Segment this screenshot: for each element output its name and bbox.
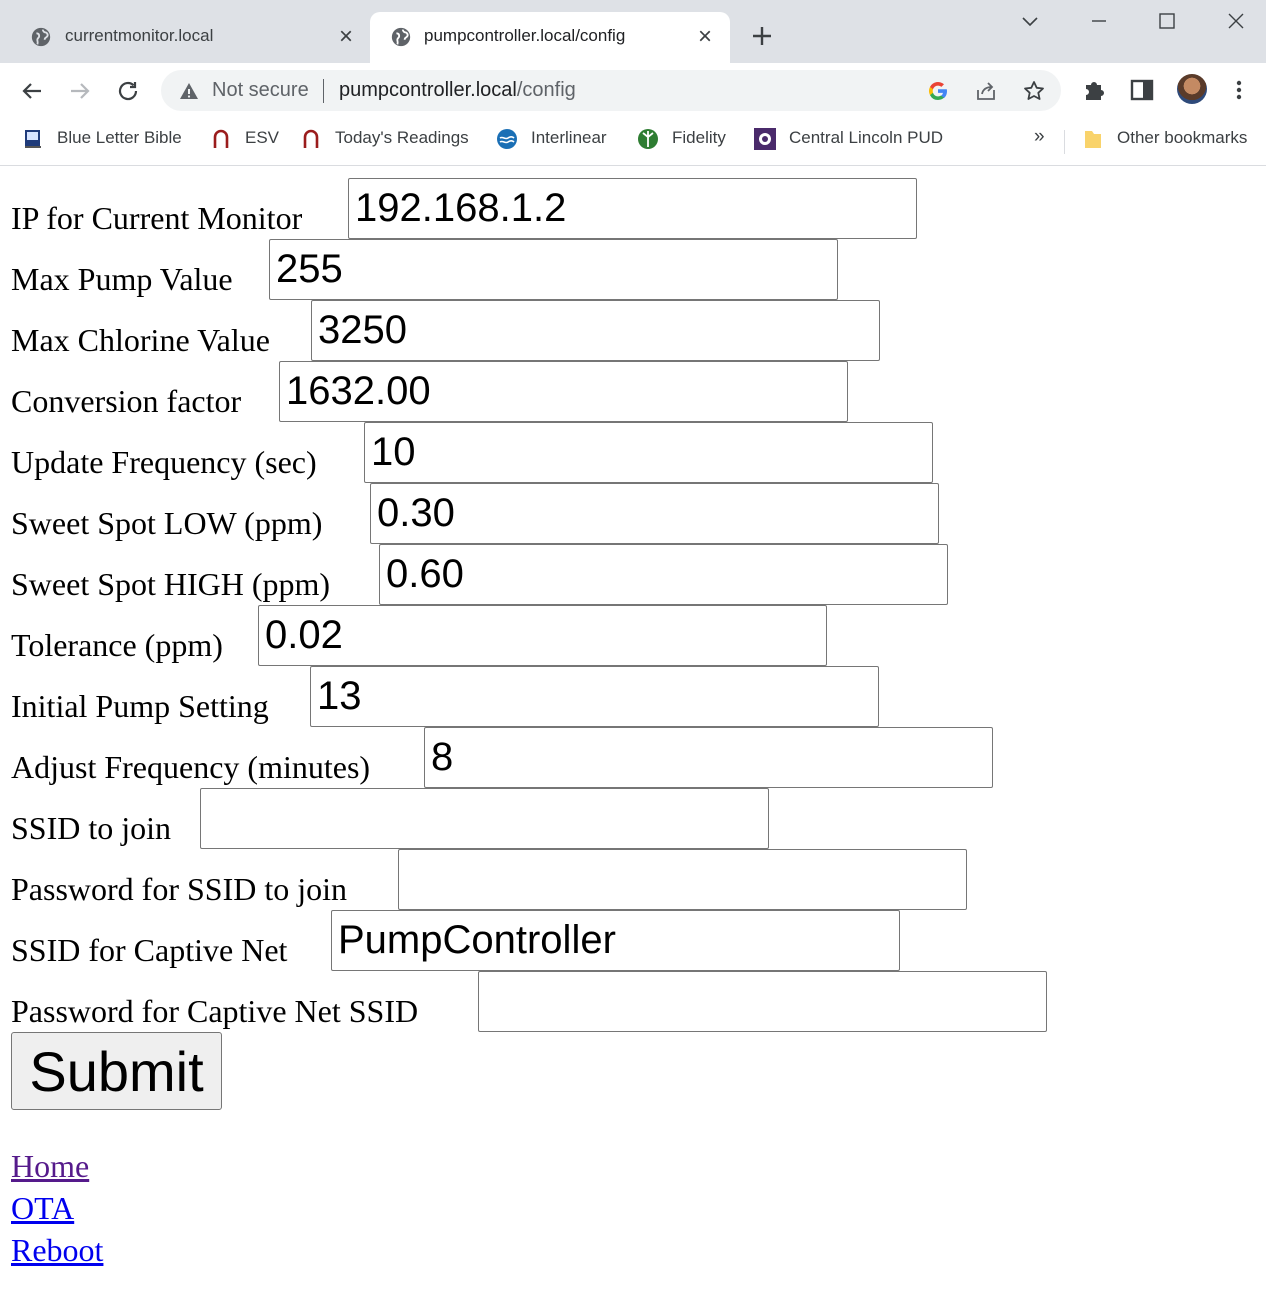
bookmark-label: Fidelity [672, 128, 726, 147]
tab-pumpcontroller[interactable]: pumpcontroller.local/config × [370, 12, 730, 63]
field-label: Password for SSID to join [11, 871, 348, 907]
page-content: IP for Current Monitor Max Pump Value Ma… [0, 166, 1266, 1315]
forward-icon[interactable] [65, 76, 95, 106]
field-label: SSID for Captive Net [11, 932, 288, 968]
security-status[interactable]: Not secure [212, 79, 309, 102]
tab-currentmonitor[interactable]: currentmonitor.local × [0, 12, 370, 63]
back-icon[interactable] [17, 76, 47, 106]
max-pump-value-input[interactable] [269, 239, 838, 300]
ip-current-monitor-input[interactable] [348, 178, 917, 239]
tab-title: pumpcontroller.local/config [424, 26, 626, 45]
conversion-factor-input[interactable] [279, 361, 848, 422]
bookmark-label: ESV [245, 128, 280, 147]
tab-title: currentmonitor.local [65, 26, 214, 45]
esv-icon [213, 129, 229, 148]
menu-kebab-icon[interactable] [1225, 76, 1253, 104]
globe-icon [391, 27, 411, 47]
reboot-link[interactable]: Reboot [11, 1234, 103, 1266]
google-icon[interactable] [926, 79, 950, 103]
side-panel-icon[interactable] [1128, 76, 1156, 104]
address-divider [323, 79, 324, 103]
readings-icon [303, 129, 319, 148]
tab-strip: currentmonitor.local × pumpcontroller.lo… [0, 0, 1266, 63]
update-frequency-input[interactable] [364, 422, 933, 483]
adjust-frequency-input[interactable] [424, 727, 993, 788]
bookmark-star-icon[interactable] [1022, 79, 1046, 103]
field-label: SSID to join [11, 810, 172, 846]
folder-icon [1085, 131, 1101, 148]
tab-search-icon[interactable] [1017, 8, 1043, 34]
url-text[interactable]: pumpcontroller.local/config [339, 79, 576, 102]
bookmark-label: Interlinear [531, 128, 607, 147]
field-label: IP for Current Monitor [11, 200, 303, 236]
field-label: Sweet Spot LOW (ppm) [11, 505, 323, 541]
interlinear-icon [497, 129, 517, 149]
sweet-spot-high-input[interactable] [379, 544, 948, 605]
new-tab-icon[interactable] [748, 22, 776, 50]
pud-icon [754, 128, 776, 150]
minimize-icon[interactable] [1086, 8, 1112, 34]
ssid-captive-net-input[interactable] [331, 910, 900, 971]
password-ssid-to-join-input[interactable] [398, 849, 967, 910]
field-label: Sweet Spot HIGH (ppm) [11, 566, 331, 602]
bookmark-label: Today's Readings [335, 128, 469, 147]
close-tab-icon[interactable]: × [334, 25, 358, 49]
field-label: Max Pump Value [11, 261, 233, 297]
field-label: Tolerance (ppm) [11, 627, 223, 663]
extensions-icon[interactable] [1080, 76, 1108, 104]
field-label: Password for Captive Net SSID [11, 993, 419, 1029]
sweet-spot-low-input[interactable] [370, 483, 939, 544]
profile-avatar[interactable] [1177, 74, 1207, 104]
field-label: Conversion factor [11, 383, 242, 419]
ota-link[interactable]: OTA [11, 1192, 74, 1224]
bookmark-label: Central Lincoln PUD [789, 128, 944, 147]
password-captive-net-input[interactable] [478, 971, 1047, 1032]
initial-pump-setting-input[interactable] [310, 666, 879, 727]
url-host: pumpcontroller.local [339, 79, 517, 101]
field-label: Initial Pump Setting [11, 688, 269, 724]
reload-icon[interactable] [113, 76, 143, 106]
address-bar[interactable]: Not secure pumpcontroller.local/config [161, 70, 1061, 111]
submit-button[interactable]: Submit [11, 1032, 222, 1110]
ssid-to-join-input[interactable] [200, 788, 769, 849]
bookmark-label: Other bookmarks [1117, 128, 1248, 147]
bible-icon [25, 130, 41, 148]
field-label: Adjust Frequency (minutes) [11, 749, 371, 785]
tolerance-input[interactable] [258, 605, 827, 666]
maximize-icon[interactable] [1154, 8, 1180, 34]
globe-icon [31, 27, 51, 47]
share-icon[interactable] [974, 79, 998, 103]
url-path: /config [516, 79, 576, 101]
warning-icon[interactable] [179, 81, 199, 101]
fidelity-icon [638, 129, 658, 149]
field-label: Max Chlorine Value [11, 322, 270, 358]
close-tab-icon[interactable]: × [693, 25, 717, 49]
bookmark-label: Blue Letter Bible [57, 128, 182, 147]
browser-toolbar: Not secure pumpcontroller.local/config [0, 63, 1266, 118]
bookmarks-overflow-button[interactable]: » [1034, 126, 1045, 148]
home-link[interactable]: Home [11, 1150, 89, 1182]
field-label: Update Frequency (sec) [11, 444, 317, 480]
max-chlorine-value-input[interactable] [311, 300, 880, 361]
bookmarks-divider [1064, 130, 1065, 154]
close-window-icon[interactable] [1223, 8, 1249, 34]
bookmarks-bar: Blue Letter Bible ESV Today's Readings I… [0, 118, 1266, 166]
